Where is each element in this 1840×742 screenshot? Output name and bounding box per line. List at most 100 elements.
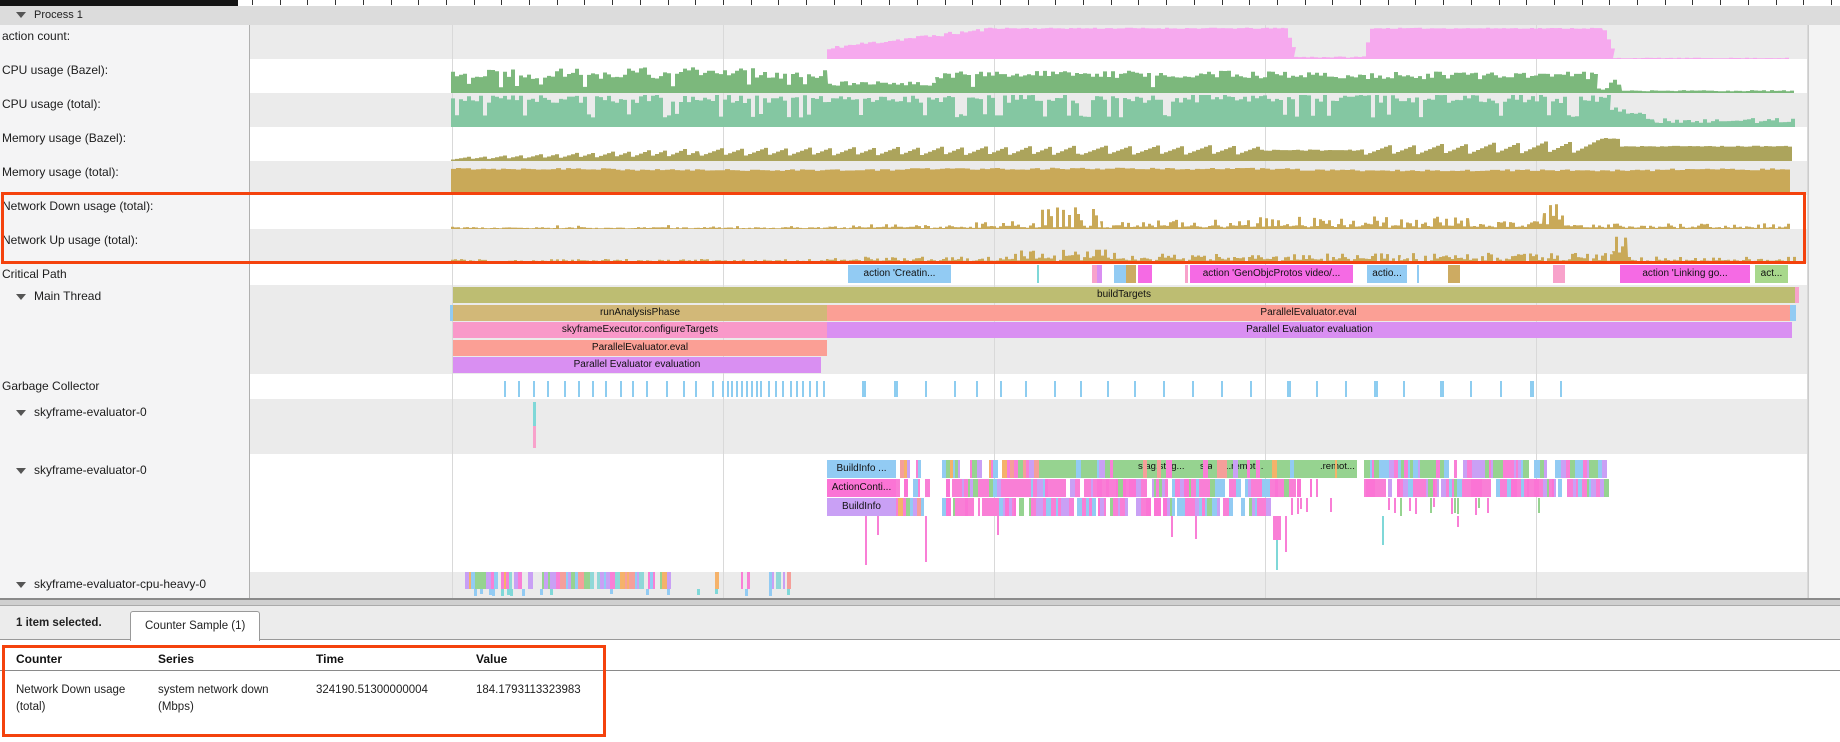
gc-event-tick[interactable] [790, 381, 792, 397]
trace-span[interactable]: actio... [1367, 265, 1407, 283]
trace-span[interactable] [1185, 265, 1188, 283]
gc-event-tick[interactable] [727, 381, 729, 397]
gc-event-tick[interactable] [768, 381, 770, 397]
gc-event-tick[interactable] [760, 381, 762, 397]
collapse-triangle-icon[interactable] [16, 468, 26, 474]
trace-span[interactable]: buildTargets [453, 287, 1795, 303]
gc-event-tick[interactable] [1287, 381, 1291, 397]
trace-span[interactable] [1114, 265, 1126, 283]
gc-event-tick[interactable] [1000, 381, 1002, 397]
gc-event-tick[interactable] [592, 381, 594, 397]
trace-span[interactable] [1126, 265, 1136, 283]
trace-span[interactable]: runAnalysisPhase [453, 305, 827, 321]
process-header[interactable]: Process 1 [0, 6, 1840, 26]
gc-event-tick[interactable] [894, 381, 898, 397]
gc-event-tick[interactable] [775, 381, 777, 397]
gc-event-tick[interactable] [925, 381, 927, 397]
gc-event-tick[interactable] [1530, 381, 1534, 397]
counter-chart-mem_bazel[interactable] [0, 127, 1840, 161]
sidebar-thread-main-thread[interactable]: Main Thread [16, 288, 101, 304]
counter-chart-net_down[interactable] [0, 195, 1840, 229]
trace-span[interactable] [1037, 265, 1039, 283]
collapse-triangle-icon[interactable] [16, 582, 26, 588]
gc-event-tick[interactable] [1025, 381, 1027, 397]
trace-span[interactable]: skyframeExecutor.configureTargets [453, 322, 827, 338]
gc-event-tick[interactable] [547, 381, 549, 397]
gc-event-tick[interactable] [1107, 381, 1109, 397]
gc-event-tick[interactable] [816, 381, 818, 397]
counter-chart-mem_total[interactable] [0, 161, 1840, 195]
gc-event-tick[interactable] [1470, 381, 1472, 397]
gc-event-tick[interactable] [746, 381, 748, 397]
gc-event-tick[interactable] [1403, 381, 1405, 397]
gc-event-tick[interactable] [518, 381, 520, 397]
gc-event-tick[interactable] [605, 381, 607, 397]
collapse-triangle-icon[interactable] [16, 12, 26, 18]
trace-span[interactable]: ActionConti... [827, 479, 896, 497]
gc-event-tick[interactable] [1221, 381, 1223, 397]
trace-span[interactable]: action 'Linking go... [1620, 265, 1750, 283]
counter-chart-cpu_bazel[interactable] [0, 59, 1840, 93]
gc-event-tick[interactable] [620, 381, 622, 397]
gc-event-tick[interactable] [1500, 381, 1502, 397]
counter-chart-action_count[interactable] [0, 25, 1840, 59]
panel-splitter[interactable] [0, 598, 1840, 606]
gc-event-tick[interactable] [632, 381, 634, 397]
gc-event-tick[interactable] [862, 381, 866, 397]
gc-event-tick[interactable] [1440, 381, 1444, 397]
collapse-triangle-icon[interactable] [16, 410, 26, 416]
trace-span[interactable] [1097, 265, 1102, 283]
trace-span[interactable]: BuildInfo [827, 498, 896, 516]
gc-event-tick[interactable] [712, 381, 714, 397]
sidebar-thread-skyframe-evaluator-0a[interactable]: skyframe-evaluator-0 [16, 404, 147, 420]
trace-span[interactable]: Parallel Evaluator evaluation [453, 357, 821, 373]
gc-event-tick[interactable] [731, 381, 733, 397]
tab-counter-sample[interactable]: Counter Sample (1) [130, 611, 260, 641]
trace-span[interactable] [1417, 265, 1419, 283]
collapse-triangle-icon[interactable] [16, 294, 26, 300]
gc-event-tick[interactable] [802, 381, 804, 397]
gc-event-tick[interactable] [1080, 381, 1082, 397]
gc-event-tick[interactable] [796, 381, 798, 397]
trace-span[interactable]: BuildInfo ... [827, 460, 896, 478]
sidebar-thread-skyframe-evaluator-0b[interactable]: skyframe-evaluator-0 [16, 462, 147, 478]
trace-span[interactable] [1790, 305, 1796, 321]
gc-event-tick[interactable] [741, 381, 743, 397]
gc-event-tick[interactable] [809, 381, 811, 397]
gc-event-tick[interactable] [666, 381, 668, 397]
gc-event-tick[interactable] [695, 381, 697, 397]
gc-event-tick[interactable] [954, 381, 956, 397]
trace-span[interactable] [1553, 265, 1565, 283]
counter-chart-net_up[interactable] [0, 229, 1840, 263]
gc-event-tick[interactable] [564, 381, 566, 397]
gc-event-tick[interactable] [736, 381, 738, 397]
gc-event-tick[interactable] [751, 381, 753, 397]
gc-event-tick[interactable] [1054, 381, 1056, 397]
gc-event-tick[interactable] [1560, 381, 1562, 397]
gc-event-tick[interactable] [722, 381, 724, 397]
trace-span[interactable]: Parallel Evaluator evaluation [827, 322, 1792, 338]
gc-event-tick[interactable] [1163, 381, 1165, 397]
trace-span[interactable] [1138, 265, 1152, 283]
gc-event-tick[interactable] [976, 381, 978, 397]
trace-span[interactable]: ParallelEvaluator.eval [827, 305, 1790, 321]
sidebar-thread-skyframe-evaluator-cpu-heavy-0[interactable]: skyframe-evaluator-cpu-heavy-0 [16, 576, 206, 592]
gc-event-tick[interactable] [1316, 381, 1318, 397]
gc-event-tick[interactable] [782, 381, 784, 397]
gc-event-tick[interactable] [683, 381, 685, 397]
counter-chart-cpu_total[interactable] [0, 93, 1840, 127]
trace-span[interactable] [1448, 265, 1460, 283]
trace-span[interactable]: act... [1755, 265, 1788, 283]
trace-span[interactable]: action 'GenObjcProtos video/... [1190, 265, 1353, 283]
gc-event-tick[interactable] [578, 381, 580, 397]
gc-event-tick[interactable] [533, 381, 535, 397]
gc-event-tick[interactable] [646, 381, 648, 397]
trace-span[interactable] [1795, 287, 1799, 303]
gc-event-tick[interactable] [1192, 381, 1194, 397]
trace-span[interactable]: action 'Creatin... [848, 265, 951, 283]
gc-event-tick[interactable] [756, 381, 758, 397]
trace-span[interactable]: ParallelEvaluator.eval [453, 340, 827, 356]
trace-span[interactable] [1040, 460, 1357, 478]
gc-event-tick[interactable] [504, 381, 506, 397]
gc-event-tick[interactable] [1134, 381, 1136, 397]
